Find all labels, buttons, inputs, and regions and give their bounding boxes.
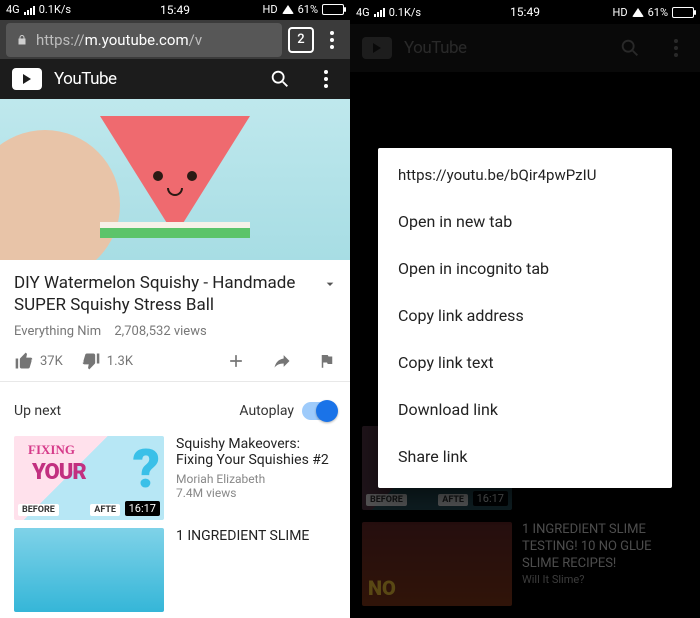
context-menu-url: https://youtu.be/bQir4pwPzIU <box>378 162 672 198</box>
suggestion-thumb <box>14 528 164 612</box>
battery-icon <box>672 7 694 18</box>
like-count: 37K <box>40 354 63 369</box>
divider <box>0 381 350 382</box>
wifi-icon <box>282 5 294 14</box>
suggestion-channel: Moriah Elizabeth <box>176 472 336 486</box>
ctx-open-new-tab[interactable]: Open in new tab <box>378 198 672 245</box>
report-button[interactable] <box>318 352 336 370</box>
expand-icon[interactable] <box>322 276 338 292</box>
youtube-menu-icon <box>664 39 688 57</box>
battery-pct: 61% <box>298 3 318 16</box>
suggestion-title: 1 INGREDIENT SLIME <box>176 528 336 544</box>
like-button[interactable]: 37K <box>14 351 63 371</box>
status-bar: 4G 0.1K/s 15:49 HD 61% <box>350 0 700 24</box>
battery-icon <box>322 4 344 15</box>
youtube-brand: YouTube <box>404 38 606 58</box>
illustration-watermelon <box>100 116 250 236</box>
share-button[interactable] <box>272 351 292 371</box>
view-count: 2,708,532 views <box>114 324 206 339</box>
channel-name[interactable]: Everything Nim <box>14 324 101 339</box>
video-player[interactable] <box>0 99 350 260</box>
ctx-copy-link-address[interactable]: Copy link address <box>378 292 672 339</box>
search-icon <box>618 36 642 60</box>
overlay-fixing: FIXING <box>28 442 75 458</box>
bg-before: BEFORE <box>366 494 407 506</box>
youtube-header: YouTube <box>0 59 350 99</box>
overlay-before: BEFORE <box>18 504 59 516</box>
browser-toolbar: https://m.youtube.com/v 2 <box>0 20 350 60</box>
phone-right: 4G 0.1K/s 15:49 HD 61% YouTube <box>350 0 700 618</box>
action-row: 37K 1.3K <box>14 351 336 381</box>
suggestion-2[interactable]: 1 INGREDIENT SLIME <box>0 526 350 618</box>
status-bar: 4G 0.1K/s 15:49 HD 61% <box>0 0 350 20</box>
youtube-menu-icon[interactable] <box>314 70 338 88</box>
add-button[interactable] <box>226 351 246 371</box>
ctx-download-link[interactable]: Download link <box>378 386 672 433</box>
phone-left: 4G 0.1K/s 15:49 HD 61% https://m.youtube… <box>0 0 350 618</box>
ctx-copy-link-text[interactable]: Copy link text <box>378 339 672 386</box>
share-icon <box>272 351 292 371</box>
suggestion-1[interactable]: FIXING YOUR ? BEFORE AFTE 16:17 Squishy … <box>0 430 350 526</box>
lock-icon <box>16 34 28 46</box>
bg-after: AFTE <box>438 494 468 506</box>
suggestion-thumb: FIXING YOUR ? BEFORE AFTE 16:17 <box>14 436 164 520</box>
youtube-logo-icon <box>362 37 392 59</box>
network-label: 4G <box>6 3 20 16</box>
thumb-up-icon <box>14 351 34 371</box>
wifi-icon <box>632 8 644 17</box>
speed-label: 0.1K/s <box>39 3 71 16</box>
suggestion-title: Squishy Makeovers: Fixing Your Squishies… <box>176 436 336 468</box>
signal-icon <box>374 7 385 17</box>
overlay-your: YOUR <box>32 460 86 485</box>
signal-icon <box>24 5 35 15</box>
upnext-header: Up next Autoplay <box>0 388 350 430</box>
overlay-after: AFTE <box>90 504 120 516</box>
dislike-button[interactable]: 1.3K <box>81 351 133 371</box>
url-bar[interactable]: https://m.youtube.com/v <box>6 23 282 57</box>
thumb-down-icon <box>81 351 101 371</box>
tab-switcher[interactable]: 2 <box>288 27 314 53</box>
context-menu: https://youtu.be/bQir4pwPzIU Open in new… <box>378 148 672 488</box>
hd-label: HD <box>263 3 278 16</box>
hd-label: HD <box>613 6 628 19</box>
youtube-header-dimmed: YouTube <box>350 24 700 72</box>
autoplay-toggle[interactable] <box>302 402 336 420</box>
overlay-question: ? <box>132 438 160 501</box>
bg-thumb-2: NO <box>362 522 512 606</box>
url-path: /v <box>189 31 202 49</box>
youtube-brand: YouTube <box>54 69 256 89</box>
battery-pct: 61% <box>648 6 668 19</box>
clock: 15:49 <box>510 5 540 19</box>
upnext-label: Up next <box>14 403 239 419</box>
plus-icon <box>226 351 246 371</box>
ctx-share-link[interactable]: Share link <box>378 433 672 480</box>
duration-badge: 16:17 <box>125 501 160 516</box>
network-label: 4G <box>356 6 370 19</box>
bg-title: 1 INGREDIENT SLIME TESTING! 10 NO GLUE S… <box>522 522 688 573</box>
clock: 15:49 <box>160 3 190 17</box>
browser-menu-icon[interactable] <box>320 31 344 49</box>
youtube-logo-icon[interactable] <box>12 68 42 90</box>
speed-label: 0.1K/s <box>389 6 421 19</box>
suggestion-views: 7.4M views <box>176 486 336 500</box>
video-meta: DIY Watermelon Squishy - Handmade SUPER … <box>0 260 350 388</box>
flag-icon <box>318 352 336 370</box>
bg-duration: 16:17 <box>473 491 508 506</box>
bg-overlay-no: NO <box>368 576 396 600</box>
url-host: m.youtube.com <box>85 31 189 49</box>
dislike-count: 1.3K <box>107 354 133 369</box>
url-prefix: https:// <box>36 31 85 49</box>
autoplay-label: Autoplay <box>239 403 294 419</box>
ctx-open-incognito[interactable]: Open in incognito tab <box>378 245 672 292</box>
bg-sub: Will It Slime? <box>522 573 688 587</box>
search-icon[interactable] <box>268 67 292 91</box>
video-title: DIY Watermelon Squishy - Handmade SUPER … <box>14 272 336 316</box>
